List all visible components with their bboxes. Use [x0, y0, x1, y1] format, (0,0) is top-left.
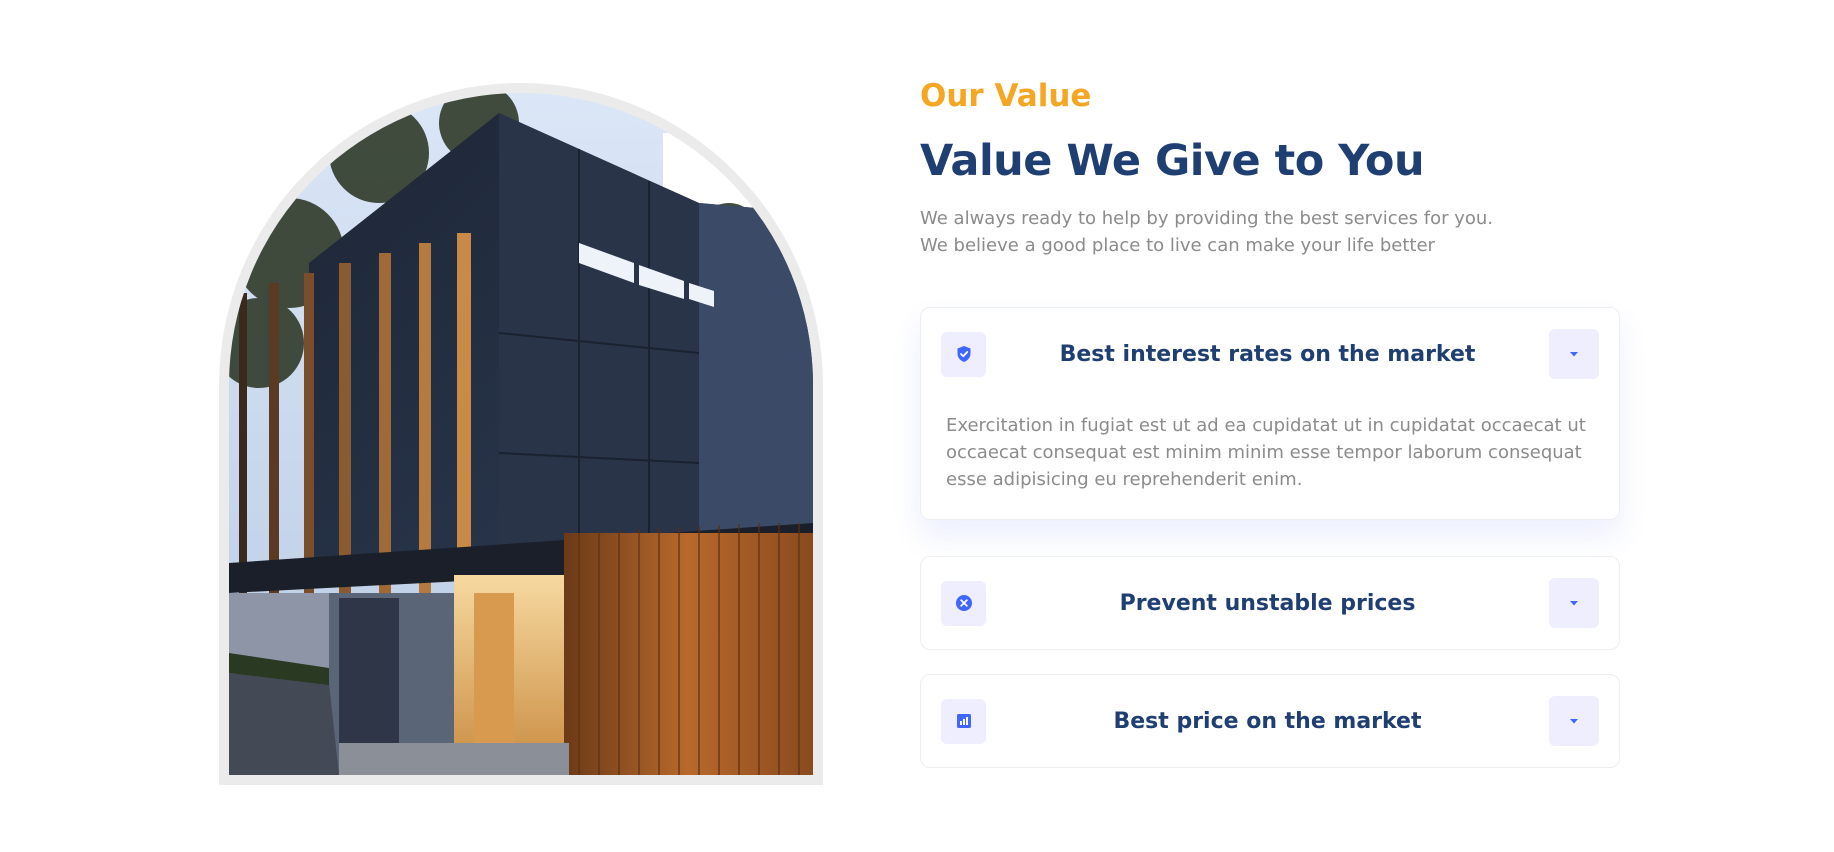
subtitle-line: We always ready to help by providing the… — [920, 208, 1494, 229]
accordion-title: Prevent unstable prices — [1119, 590, 1416, 616]
accordion-toggle-button[interactable] — [1549, 696, 1599, 746]
accordion-title: Best interest rates on the market — [1059, 341, 1476, 367]
accordion-header[interactable]: Best interest rates on the market — [921, 308, 1619, 400]
accordion-body: Exercitation in fugiat est ut ad ea cupi… — [946, 415, 1586, 490]
accordion-header[interactable]: Best price on the market — [921, 675, 1619, 767]
value-image-frame — [219, 83, 823, 785]
close-circle-icon — [941, 580, 986, 626]
accordion-item-best-price: Best price on the market — [920, 674, 1620, 768]
accordion-title: Best price on the market — [1113, 708, 1422, 734]
section-title: Value We Give to You — [920, 136, 1425, 186]
modern-house-illustration — [229, 93, 813, 775]
subtitle-line: We believe a good place to live can make… — [920, 235, 1435, 256]
caret-down-icon — [1570, 719, 1578, 724]
accordion-toggle-button[interactable] — [1549, 329, 1599, 379]
house-image — [229, 93, 813, 775]
section-eyebrow: Our Value — [920, 78, 1092, 114]
accordion-item-interest-rates: Best interest rates on the market Exerci… — [920, 307, 1620, 520]
caret-down-icon — [1570, 601, 1578, 606]
accordion-item-unstable-prices: Prevent unstable prices — [920, 556, 1620, 650]
section-subtitle: We always ready to help by providing the… — [920, 205, 1493, 259]
bar-chart-icon — [941, 698, 986, 744]
accordion-toggle-button[interactable] — [1549, 578, 1599, 628]
shield-check-icon — [941, 331, 986, 377]
accordion-header[interactable]: Prevent unstable prices — [921, 557, 1619, 649]
caret-down-icon — [1570, 352, 1578, 357]
